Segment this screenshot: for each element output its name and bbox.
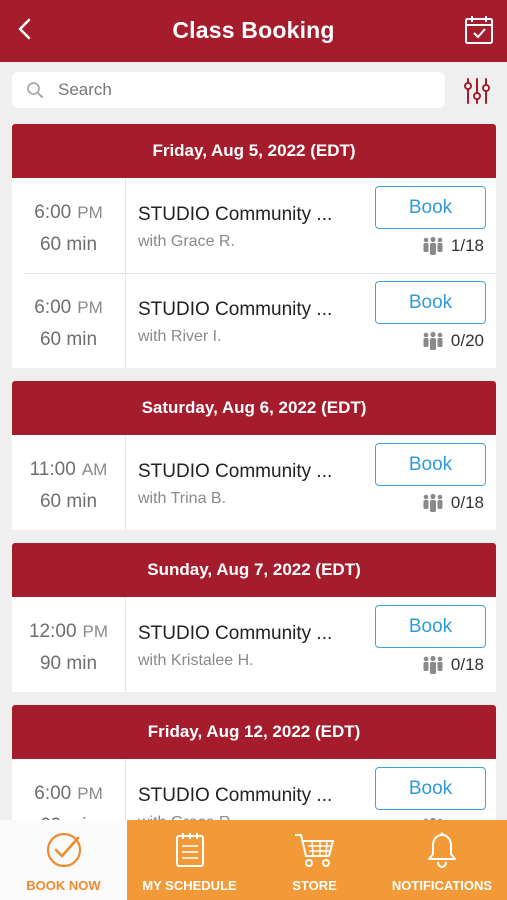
search-icon: [27, 82, 43, 98]
instructor: with River I.: [138, 328, 222, 345]
capacity: 0/18: [421, 493, 484, 513]
date-header: Friday, Aug 12, 2022 (EDT): [12, 705, 496, 759]
class-name: STUDIO Community ...: [138, 204, 333, 225]
duration: 90 min: [39, 653, 98, 674]
book-button[interactable]: Book: [375, 443, 486, 486]
am-pm: PM: [77, 298, 103, 317]
class-row[interactable]: 11:00 AM 60 min STUDIO Community ... with Tr…: [12, 435, 496, 530]
instructor: with Grace R.: [138, 233, 235, 250]
capacity-count: 0/18: [450, 493, 484, 512]
sliders-icon: [464, 78, 490, 104]
class-time: 6:00PM60 min: [12, 759, 126, 820]
class-name: STUDIO Community ...: [138, 461, 333, 482]
tab-book-now-label: BOOK NOW: [26, 878, 101, 893]
calendar-button[interactable]: [463, 14, 495, 46]
date-header: Sunday, Aug 7, 2022 (EDT): [12, 543, 496, 597]
day-group: Friday, Aug 5, 2022 (EDT) 6:00 PM 60 min STU…: [12, 124, 496, 368]
book-button[interactable]: Book: [375, 281, 486, 324]
capacity-count: 0/18: [450, 655, 484, 674]
am-pm: PM: [82, 622, 109, 641]
book-button[interactable]: Book: [375, 767, 486, 810]
date-label: Friday, Aug 12, 2022 (EDT): [147, 722, 361, 741]
instructor: with Trina B.: [138, 490, 227, 507]
class-info: STUDIO Community ...with Grace R.: [138, 785, 368, 820]
capacity-count: 1/18: [450, 236, 484, 255]
bell-icon: [428, 832, 456, 868]
am-pm: AM: [81, 460, 108, 479]
page-title: Class Booking: [172, 17, 335, 43]
app-header: Class Booking: [0, 0, 507, 62]
tab-my-schedule[interactable]: MY SCHEDULE: [127, 820, 252, 900]
duration: 60 min: [39, 234, 98, 255]
bottom-nav: BOOK NOW MY SCHEDULE STORE NOTIFICATIONS: [0, 820, 507, 900]
people-icon: [423, 655, 443, 674]
date-label: Sunday, Aug 7, 2022 (EDT): [147, 560, 361, 579]
date-header: Saturday, Aug 6, 2022 (EDT): [12, 381, 496, 435]
class-list[interactable]: Friday, Aug 5, 2022 (EDT) 6:00 PM 60 min STU…: [12, 124, 496, 820]
day-group: Sunday, Aug 7, 2022 (EDT) 12:00 PM 90 min ST…: [12, 543, 496, 692]
date-label: Friday, Aug 5, 2022 (EDT): [152, 141, 356, 160]
am-pm: PM: [77, 203, 103, 222]
duration: 60 min: [39, 329, 98, 350]
capacity: 0/18: [421, 655, 484, 675]
day-group: Saturday, Aug 6, 2022 (EDT) 11:00 AM 60 min…: [12, 381, 496, 530]
class-name: STUDIO Community ...: [138, 623, 333, 644]
start-time: 6:00: [34, 202, 72, 223]
am-pm: PM: [77, 784, 103, 803]
book-button[interactable]: Book: [375, 186, 486, 229]
search-bar: [12, 72, 445, 108]
check-circle-icon: [46, 832, 81, 868]
capacity: 1/18: [421, 236, 484, 256]
start-time: 6:00: [34, 297, 72, 318]
instructor: with Kristalee H.: [138, 652, 254, 669]
date-header: Friday, Aug 5, 2022 (EDT): [12, 124, 496, 178]
calendar-check-icon: [465, 16, 493, 44]
cart-icon: [294, 834, 334, 867]
start-time: 12:00: [28, 621, 77, 642]
tab-notifications[interactable]: NOTIFICATIONS: [377, 820, 507, 900]
search-input[interactable]: [58, 72, 428, 108]
class-time: 6:00 PM 60 min: [12, 273, 126, 368]
tab-my-schedule-label: MY SCHEDULE: [142, 878, 237, 893]
class-row[interactable]: 6:00PM60 minSTUDIO Community ...with Gra…: [12, 759, 496, 820]
duration: 60 min: [39, 491, 98, 512]
class-row[interactable]: 12:00 PM 90 min STUDIO Community ... with Kr…: [12, 597, 496, 692]
class-info: STUDIO Community ... with Trina B.: [138, 461, 368, 508]
class-info: STUDIO Community ... with River I.: [138, 299, 368, 346]
day-group: Friday, Aug 12, 2022 (EDT)6:00PM60 minST…: [12, 705, 496, 820]
people-icon: [423, 331, 443, 350]
book-button[interactable]: Book: [375, 605, 486, 648]
people-icon: [423, 236, 443, 255]
class-info: STUDIO Community ... with Kristalee H.: [138, 623, 368, 670]
tab-book-now[interactable]: BOOK NOW: [0, 820, 127, 900]
class-time: 6:00 PM 60 min: [12, 178, 126, 273]
class-time: 12:00 PM 90 min: [12, 597, 126, 692]
filter-button[interactable]: [462, 76, 492, 106]
class-row[interactable]: 6:00 PM 60 min STUDIO Community ... with Gra…: [12, 178, 496, 273]
start-time: 11:00: [29, 459, 76, 480]
date-label: Saturday, Aug 6, 2022 (EDT): [141, 398, 367, 417]
class-time: 11:00 AM 60 min: [12, 435, 126, 530]
people-icon: [423, 493, 443, 512]
class-row[interactable]: 6:00 PM 60 min STUDIO Community ... with Riv…: [12, 273, 496, 368]
schedule-icon: [175, 833, 204, 867]
tab-notifications-label: NOTIFICATIONS: [391, 878, 493, 893]
class-info: STUDIO Community ... with Grace R.: [138, 204, 368, 251]
start-time: 6:00: [34, 783, 72, 804]
tab-store[interactable]: STORE: [252, 820, 377, 900]
capacity-count: 0/20: [450, 331, 484, 350]
class-name: STUDIO Community ...: [138, 785, 333, 806]
capacity: 0/20: [421, 331, 484, 351]
tab-store-label: STORE: [292, 878, 337, 893]
class-name: STUDIO Community ...: [138, 299, 333, 320]
